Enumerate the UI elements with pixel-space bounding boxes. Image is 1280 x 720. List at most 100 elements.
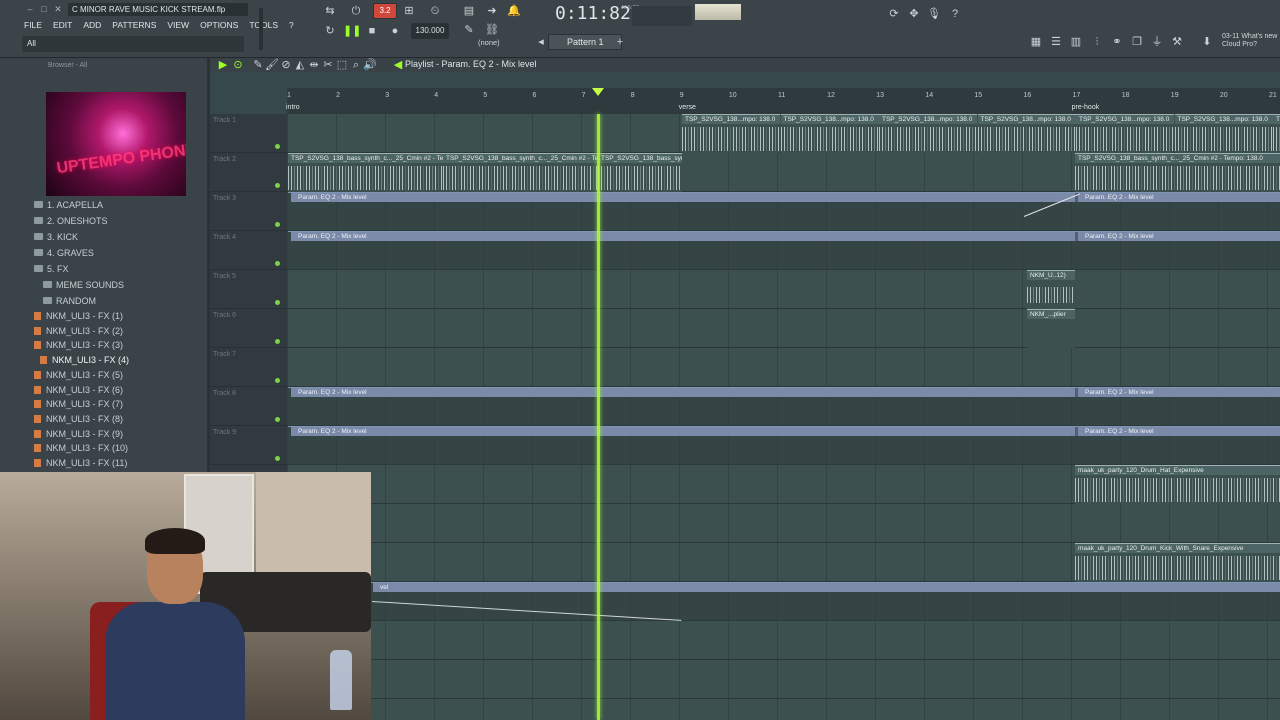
audio-clip[interactable]: maak_uk_party_120_Drum_Kick_With_Snare_E… <box>1075 543 1280 582</box>
link-icon[interactable]: ⛓ <box>484 22 500 38</box>
mode-button[interactable]: 3.2 <box>373 3 397 19</box>
browser-view-icon[interactable]: ❐ <box>1129 34 1145 50</box>
track-enable-icon[interactable] <box>275 456 280 461</box>
refresh-icon[interactable]: ⟳ <box>886 6 902 22</box>
stop-icon[interactable]: ■ <box>364 23 380 39</box>
file-item[interactable]: NKM_ULI3 - FX (8) <box>34 412 123 426</box>
playback-tool-icon[interactable]: 🔊 <box>362 57 378 73</box>
play-arrow-icon[interactable]: ▶ <box>215 57 231 73</box>
track-header[interactable]: Track 5 <box>210 270 287 309</box>
audio-clip[interactable]: TSP_S2VSG_138_bass_synth_c..._25_Cmin #2… <box>443 153 598 192</box>
menu-file[interactable]: FILE <box>22 18 44 32</box>
audio-clip[interactable]: TSP_S2VSG_138_bass_synth_c..._25_Cmin #2… <box>1075 153 1280 192</box>
restore-icon[interactable]: □ <box>38 4 50 14</box>
automation-clip[interactable]: Param. EQ 2 - Mix level <box>288 426 1078 465</box>
playhead[interactable] <box>597 114 600 720</box>
folder-acapella[interactable]: 1. ACAPELLA <box>34 198 103 212</box>
tools-icon[interactable]: ⚒ <box>1169 34 1185 50</box>
audio-clip[interactable]: TSP_S2VSG_138_bass_synth_c..._25_Cmin #2… <box>288 153 443 192</box>
menu-edit[interactable]: EDIT <box>51 18 74 32</box>
file-item[interactable]: NKM_ULI3 - FX (1) <box>34 309 123 323</box>
channel-rack-icon[interactable]: ☰ <box>1048 34 1064 50</box>
plug-icon[interactable]: ⏚ <box>1149 34 1165 50</box>
file-item[interactable]: NKM_ULI3 - FX (10) <box>34 441 128 455</box>
audio-clip[interactable]: TSP_S2VSG_138...mpo: 138.0 <box>1174 114 1273 153</box>
bell-icon[interactable]: 🔔 <box>506 3 522 19</box>
automation-clip[interactable]: vel <box>370 582 1280 621</box>
audio-clip[interactable]: NKM_...plier <box>1027 309 1075 348</box>
mic-icon[interactable]: 🎙 <box>926 6 942 22</box>
pause-icon[interactable]: ❚❚ <box>343 23 361 39</box>
audio-clip[interactable]: TSP_S2VSG_138...mpo: 138.0 <box>1076 114 1174 153</box>
track-header[interactable]: Track 7 <box>210 348 287 387</box>
metronome-icon[interactable]: ⏲ <box>427 3 443 19</box>
track-enable-icon[interactable] <box>275 378 280 383</box>
magnet-icon[interactable]: ⊙ <box>230 57 246 73</box>
add-pattern-icon[interactable]: + <box>612 34 628 50</box>
track-enable-icon[interactable] <box>275 339 280 344</box>
automation-clip[interactable]: Param. EQ 2 - Mix level <box>288 387 1078 426</box>
track-enable-icon[interactable] <box>275 144 280 149</box>
pattern-mode-icon[interactable]: ⏻ <box>348 3 364 19</box>
track-header[interactable]: Track 4 <box>210 231 287 270</box>
snap-select[interactable]: (none) <box>478 38 500 47</box>
marker-pre-hook[interactable]: pre-hook <box>1072 104 1100 111</box>
track-enable-icon[interactable] <box>275 417 280 422</box>
menu-add[interactable]: ADD <box>81 18 103 32</box>
audio-clip[interactable]: TSP_S2VSG_138...mpo: 138.0 <box>780 114 879 153</box>
track-lane[interactable] <box>287 309 1280 348</box>
track-enable-icon[interactable] <box>275 183 280 188</box>
step-icon[interactable]: ⊞ <box>401 3 417 19</box>
file-item[interactable]: NKM_ULI3 - FX (11) <box>34 456 127 470</box>
audio-clip[interactable]: TSP_S2VSG_138...mpo: 138.0 <box>682 114 780 153</box>
playhead-marker[interactable] <box>592 88 604 96</box>
song-mode-icon[interactable]: ⇆ <box>322 3 338 19</box>
track-header[interactable]: Track 6 <box>210 309 287 348</box>
automation-clip[interactable]: Param. EQ 2 - Mix level <box>288 231 1078 270</box>
piano-roll-icon[interactable]: ▥ <box>1068 34 1084 50</box>
track-lane[interactable] <box>370 699 1280 720</box>
automation-clip[interactable]: Param. EQ 2 - Mix level <box>1075 192 1280 231</box>
track-header[interactable]: Track 8 <box>210 387 287 426</box>
track-lane[interactable] <box>370 621 1280 660</box>
pattern-prev-icon[interactable]: ◂ <box>533 34 549 50</box>
close-icon[interactable]: ✕ <box>52 4 64 14</box>
minimize-icon[interactable]: – <box>24 4 36 14</box>
pattern-selector[interactable]: Pattern 1 <box>548 34 622 50</box>
folder-graves[interactable]: 4. GRAVES <box>34 246 94 260</box>
menu-tools[interactable]: TOOLS <box>247 18 280 32</box>
file-item[interactable]: NKM_ULI3 - FX (5) <box>34 368 123 382</box>
menu-patterns[interactable]: PATTERNS <box>110 18 158 32</box>
audio-clip[interactable]: TSP_S2VSG_138...mpo: 138.0 <box>879 114 977 153</box>
track-lane[interactable] <box>287 348 1280 387</box>
audio-clip[interactable]: TSP_S2VSG_138...mpo: 138.0 <box>1273 114 1280 153</box>
download-icon[interactable]: ⬇ <box>1199 34 1215 50</box>
file-item[interactable]: NKM_ULI3 - FX (6) <box>34 383 123 397</box>
menu-options[interactable]: OPTIONS <box>198 18 240 32</box>
file-item[interactable]: NKM_ULI3 - FX (9) <box>34 427 123 441</box>
pencil-icon[interactable]: ✎ <box>461 22 477 38</box>
cpu-icon[interactable]: ✥ <box>906 6 922 22</box>
mixer-view-icon[interactable]: ⫶ <box>1089 34 1105 50</box>
folder-meme-sounds[interactable]: MEME SOUNDS <box>43 278 124 292</box>
mixer-icon[interactable]: ▤ <box>461 3 477 19</box>
help-icon[interactable]: ? <box>947 6 963 22</box>
file-item[interactable]: NKM_ULI3 - FX (2) <box>34 324 123 338</box>
track-enable-icon[interactable] <box>275 222 280 227</box>
automation-clip[interactable]: Param. EQ 2 - Mix level <box>1075 231 1280 270</box>
track-lane[interactable] <box>370 504 1280 543</box>
track-header[interactable]: Track 1 <box>210 114 287 153</box>
track-header[interactable]: Track 2 <box>210 153 287 192</box>
timeline-ruler[interactable]: 1 2 3 4 5 6 7 8 9 10 11 12 13 14 15 16 17 18 19 20 21 intro ve… <box>286 88 1280 114</box>
file-item[interactable]: NKM_ULI3 - FX (7) <box>34 397 123 411</box>
menu-view[interactable]: VIEW <box>165 18 191 32</box>
track-enable-icon[interactable] <box>275 261 280 266</box>
plugin-icon[interactable]: ⚭ <box>1109 34 1125 50</box>
menu-help[interactable]: ? <box>287 18 296 32</box>
cloud-news[interactable]: 03-11 What's new Cloud Pro? <box>1222 33 1277 49</box>
track-header[interactable]: Track 3 <box>210 192 287 231</box>
automation-clip[interactable]: Param. EQ 2 - Mix level <box>1075 426 1280 465</box>
track-lane[interactable] <box>287 270 1280 309</box>
audio-clip[interactable]: TSP_S2VSG_138...mpo: 138.0 <box>977 114 1076 153</box>
tempo-display[interactable]: 130.000 <box>411 23 449 39</box>
